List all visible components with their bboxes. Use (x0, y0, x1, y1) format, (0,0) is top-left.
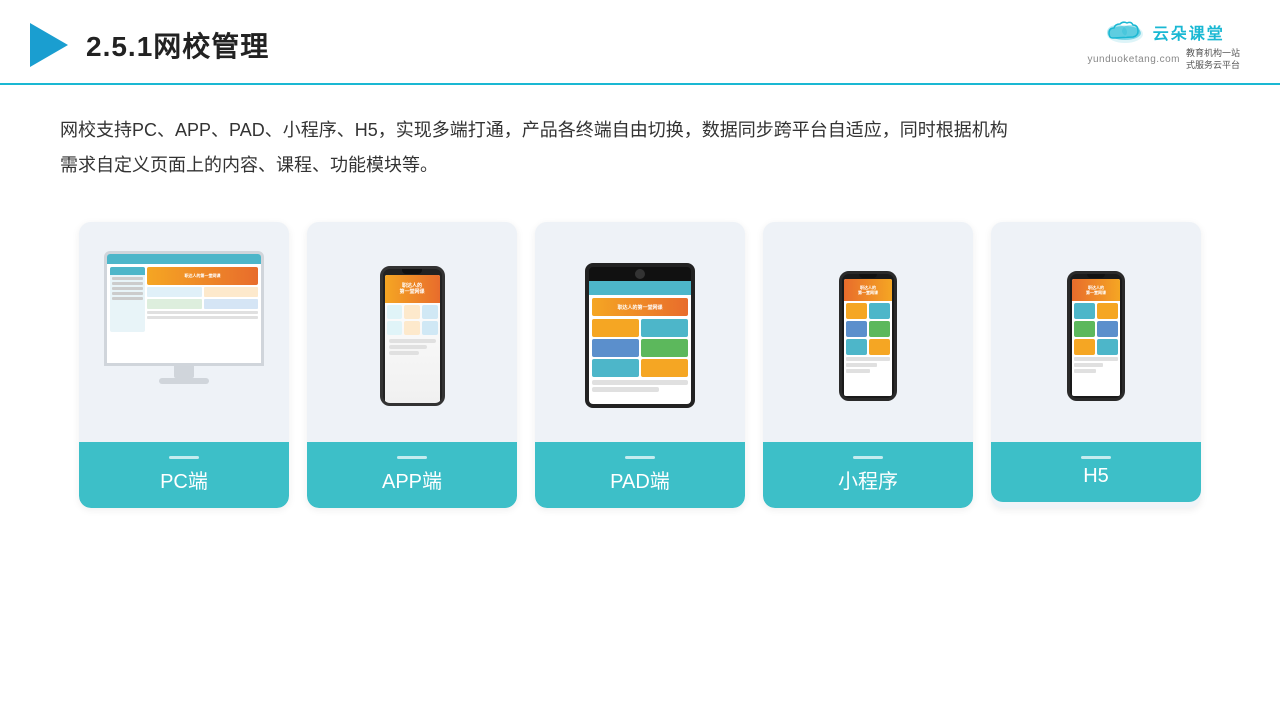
card-miniprogram-image: 职达人的第一堂网课 (763, 222, 973, 442)
card-h5: 职达人的第一堂网课 (991, 222, 1201, 508)
pc-monitor-icon: 职达人的第一堂网课 (100, 251, 268, 421)
card-app-image: 职达人的第一堂网课 (307, 222, 517, 442)
card-miniprogram: 职达人的第一堂网课 (763, 222, 973, 508)
logo-url: yunduoketang.com (1087, 54, 1180, 65)
card-pc: 职达人的第一堂网课 (79, 222, 289, 508)
card-pc-label: PC端 (79, 442, 289, 508)
card-miniprogram-label: 小程序 (763, 442, 973, 508)
app-phone-icon: 职达人的第一堂网课 (380, 266, 445, 406)
page-title: 2.5.1网校管理 (86, 25, 269, 65)
miniprogram-phone-icon: 职达人的第一堂网课 (839, 271, 897, 401)
card-app-label: APP端 (307, 442, 517, 508)
card-pad-label: PAD端 (535, 442, 745, 508)
play-icon (30, 23, 68, 67)
logo-area: 云朵课堂 yunduoketang.com 教育机构一站 式服务云平台 (1087, 18, 1240, 71)
cards-row: 职达人的第一堂网课 (0, 192, 1280, 508)
page-header: 2.5.1网校管理 云朵课堂 yunduoketang.com 教育机构一站 式… (0, 0, 1280, 85)
logo-tagline: 教育机构一站 式服务云平台 (1186, 48, 1240, 71)
h5-phone-icon: 职达人的第一堂网课 (1067, 271, 1125, 401)
header-left: 2.5.1网校管理 (30, 23, 269, 67)
logo-name: 云朵课堂 (1153, 20, 1225, 44)
card-h5-label: H5 (991, 442, 1201, 502)
card-h5-image: 职达人的第一堂网课 (991, 222, 1201, 442)
card-pad-image: 职达人的第一堂网课 (535, 222, 745, 442)
card-app: 职达人的第一堂网课 APP端 (307, 222, 517, 508)
card-pad: 职达人的第一堂网课 (535, 222, 745, 508)
cloud-icon (1103, 18, 1147, 46)
card-pc-image: 职达人的第一堂网课 (79, 222, 289, 442)
pad-ipad-icon: 职达人的第一堂网课 (585, 263, 695, 408)
logo-sub: yunduoketang.com 教育机构一站 式服务云平台 (1087, 48, 1240, 71)
logo-cloud: 云朵课堂 (1103, 18, 1225, 46)
description-paragraph: 网校支持PC、APP、PAD、小程序、H5，实现多端打通，产品各终端自由切换，数… (60, 113, 1220, 181)
description-text: 网校支持PC、APP、PAD、小程序、H5，实现多端打通，产品各终端自由切换，数… (0, 85, 1280, 191)
